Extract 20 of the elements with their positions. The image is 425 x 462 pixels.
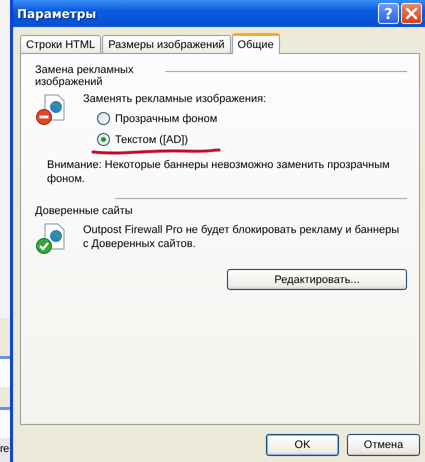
description-text: Outpost Firewall Pro не будет блокировать рекламу и баннеры с Доверенных сайтов. xyxy=(83,223,400,252)
prompt-text: Заменять рекламные изображения: xyxy=(83,92,266,106)
group-title: Доверенные сайты xyxy=(35,205,134,217)
radio-button[interactable] xyxy=(97,133,110,146)
window-title: Параметры xyxy=(17,6,96,20)
radio-option[interactable]: Прозрачным фоном xyxy=(97,112,266,125)
tab[interactable]: Строки HTML xyxy=(20,35,102,53)
warning-text: Внимание: Некоторые баннеры невозможно заменить прозрачным фоном. xyxy=(47,158,391,186)
dialog-button[interactable]: OK xyxy=(266,434,339,456)
close-icon xyxy=(405,7,418,20)
tab[interactable]: Общие xyxy=(232,33,280,54)
help-button[interactable]: ? xyxy=(378,3,399,24)
radio-option[interactable]: Текстом ([AD]) xyxy=(97,133,266,146)
group-title: Замена рекламных изображений xyxy=(35,64,134,88)
close-button[interactable] xyxy=(401,3,422,24)
tab[interactable]: Размеры изображений xyxy=(102,35,231,53)
edit-button[interactable]: Редактировать... xyxy=(227,269,407,290)
dialog-button[interactable]: Отмена xyxy=(347,434,420,456)
background-text: re xyxy=(0,438,10,462)
radio-button[interactable] xyxy=(97,112,110,125)
